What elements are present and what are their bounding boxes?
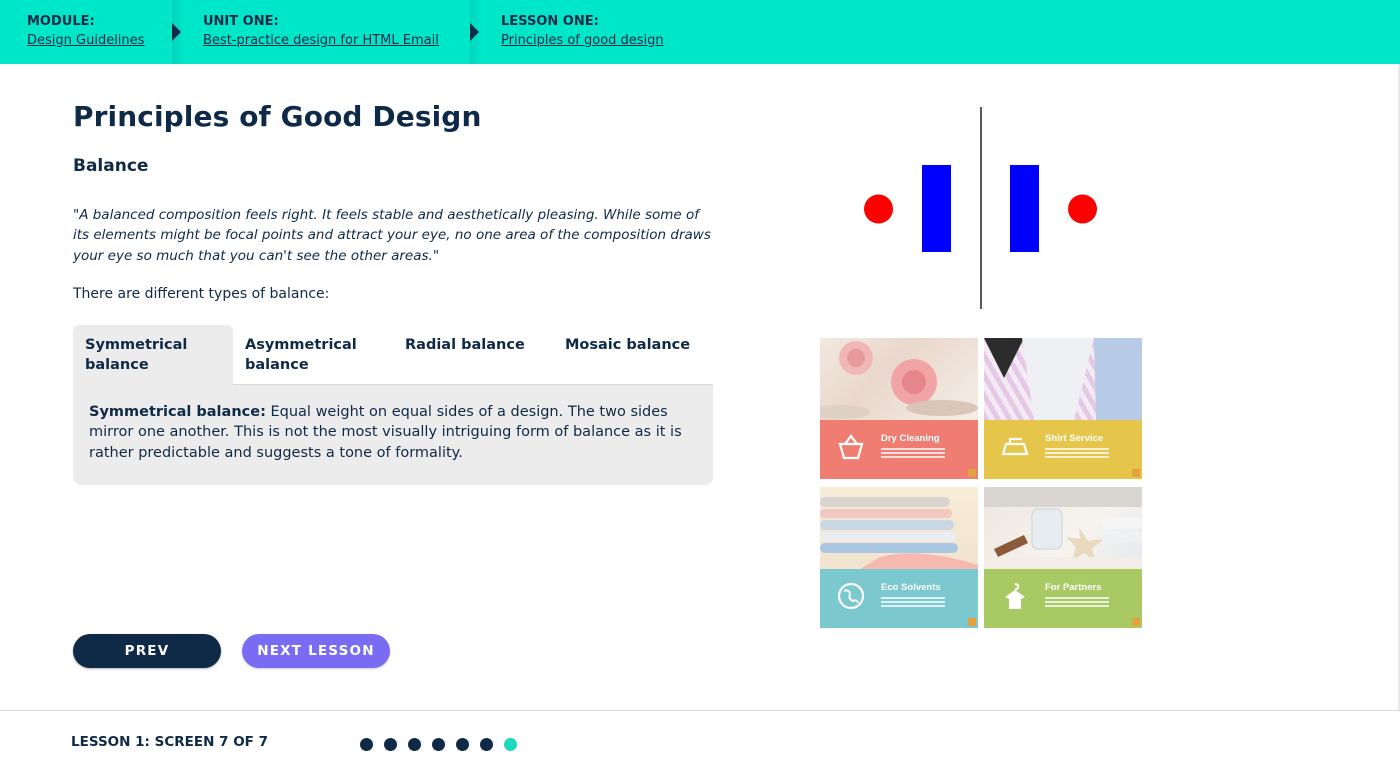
spa-image — [984, 487, 1142, 569]
breadcrumb-lesson: LESSON ONE: Principles of good design — [501, 0, 664, 64]
tile-shirt-service: Shirt Service — [984, 338, 1142, 479]
tile-for-partners: For Partners — [984, 487, 1142, 628]
tile-text-lines — [1045, 597, 1109, 609]
service-tiles-image: Dry Cleaning Shirt Service Eco Solvents … — [820, 338, 1142, 628]
shirts-image — [984, 338, 1142, 420]
right-blue-bar — [1010, 165, 1039, 252]
tile-text-lines — [1045, 448, 1109, 460]
progress-dot[interactable] — [360, 738, 373, 751]
prev-button[interactable]: PREV — [73, 634, 221, 668]
tile-photo-spa — [984, 487, 1142, 569]
tile-text-lines — [881, 597, 945, 609]
globe-icon — [837, 582, 865, 610]
progress-dot-current[interactable] — [504, 738, 517, 751]
breadcrumb-arrow-icon — [172, 23, 181, 41]
tab-radial-balance[interactable]: Radial balance — [393, 325, 553, 385]
tile-band: Dry Cleaning — [820, 420, 978, 479]
balance-tabs: Symmetrical balance Asymmetrical balance… — [73, 325, 713, 385]
page-title: Principles of Good Design — [73, 100, 482, 133]
breadcrumb-arrow-icon — [470, 23, 479, 41]
section-heading: Balance — [73, 156, 149, 176]
roses-image — [820, 341, 978, 419]
tile-title: Shirt Service — [1045, 433, 1104, 444]
tile-eco-solvents: Eco Solvents — [820, 487, 978, 628]
towels-image — [820, 497, 978, 569]
tile-photo-roses — [820, 338, 978, 420]
progress-dot[interactable] — [384, 738, 397, 751]
breadcrumb-module-label: MODULE: — [27, 14, 95, 29]
tile-band: Eco Solvents — [820, 569, 978, 628]
progress-dot[interactable] — [480, 738, 493, 751]
breadcrumb-lesson-link[interactable]: Principles of good design — [501, 30, 664, 51]
tab-symmetrical-balance[interactable]: Symmetrical balance — [73, 325, 233, 385]
breadcrumb-bar: MODULE: Design Guidelines UNIT ONE: Best… — [0, 0, 1400, 64]
intro-text: There are different types of balance: — [73, 286, 330, 302]
right-red-dot — [1068, 194, 1097, 224]
tile-band: For Partners — [984, 569, 1142, 628]
tab-asymmetrical-balance[interactable]: Asymmetrical balance — [233, 325, 393, 385]
tab-panel: Symmetrical balance: Equal weight on equ… — [73, 385, 713, 485]
tile-corner-mark — [1132, 618, 1140, 626]
left-red-dot — [864, 194, 893, 224]
breadcrumb-lesson-label: LESSON ONE: — [501, 14, 599, 29]
breadcrumb-module-link[interactable]: Design Guidelines — [27, 30, 144, 51]
tile-photo-towels — [820, 487, 978, 569]
symmetrical-balance-illustration — [864, 107, 1097, 309]
progress-dot[interactable] — [432, 738, 445, 751]
tile-corner-mark — [1132, 469, 1140, 477]
tile-title: Eco Solvents — [881, 582, 941, 593]
tile-photo-shirts — [984, 338, 1142, 420]
breadcrumb-unit-label: UNIT ONE: — [203, 14, 279, 29]
next-lesson-button[interactable]: NEXT LESSON — [242, 634, 390, 668]
progress-dot[interactable] — [408, 738, 421, 751]
tab-panel-term: Symmetrical balance: — [89, 404, 266, 420]
footer-divider — [0, 710, 1400, 711]
breadcrumb-module: MODULE: Design Guidelines — [27, 0, 144, 64]
tile-text-lines — [881, 448, 945, 460]
lesson-progress-label: LESSON 1: SCREEN 7 OF 7 — [71, 734, 268, 750]
tile-dry-cleaning: Dry Cleaning — [820, 338, 978, 479]
breadcrumb-unit-link[interactable]: Best-practice design for HTML Email — [203, 30, 439, 51]
hanger-shirt-icon — [1005, 583, 1025, 609]
balance-quote: "A balanced composition feels right. It … — [73, 207, 711, 264]
breadcrumb-unit: UNIT ONE: Best-practice design for HTML … — [203, 0, 439, 64]
tile-title: For Partners — [1045, 582, 1102, 593]
tile-corner-mark — [968, 469, 976, 477]
tile-title: Dry Cleaning — [881, 433, 940, 444]
iron-icon — [1001, 437, 1029, 456]
left-blue-bar — [922, 165, 951, 252]
tile-corner-mark — [968, 618, 976, 626]
laundry-basket-icon — [838, 434, 864, 460]
progress-dot[interactable] — [456, 738, 469, 751]
tab-mosaic-balance[interactable]: Mosaic balance — [553, 325, 713, 385]
tile-band: Shirt Service — [984, 420, 1142, 479]
